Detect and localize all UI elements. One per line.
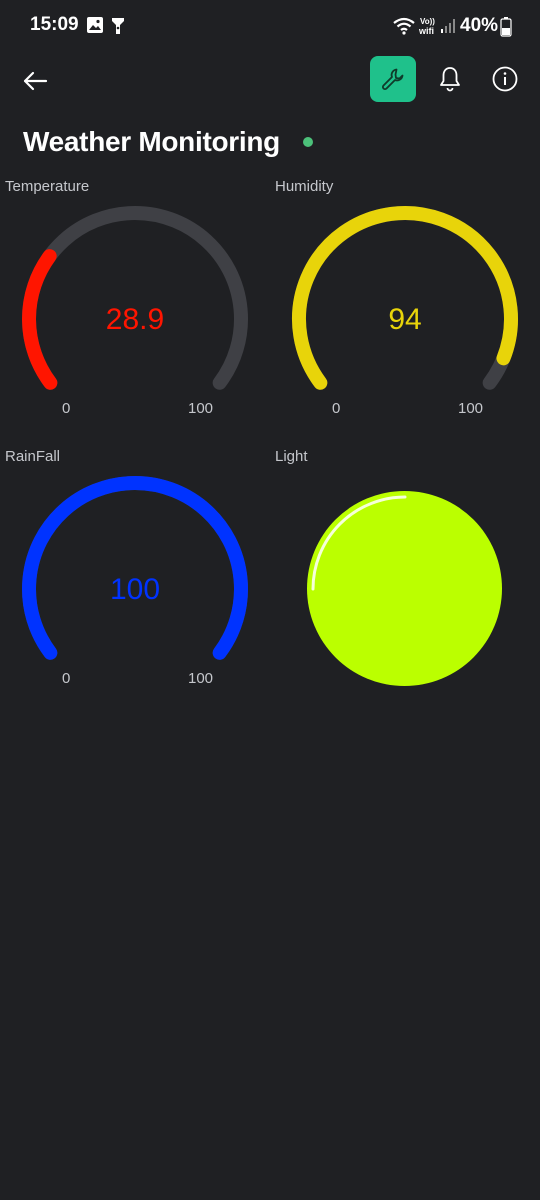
wifi-icon [392,17,416,40]
vowifi-icon: Vo)) wifi [419,17,435,36]
settings-button[interactable] [370,56,416,102]
humidity-label: Humidity [275,178,334,195]
flashlight-icon [110,16,126,41]
temperature-label: Temperature [5,178,90,195]
temperature-value: 28.9 [105,303,165,336]
app-bar [0,56,540,106]
temperature-gauge[interactable]: 28.9 0 100 [0,196,250,417]
wrench-icon [382,68,404,90]
status-bar: 15:09 Vo)) wifi 40% [0,0,540,56]
status-time: 15:09 [30,14,79,35]
back-button[interactable] [20,66,50,96]
temperature-min: 0 [62,400,71,417]
battery-percent: 40% [460,15,499,36]
gallery-icon [86,16,104,39]
info-button[interactable] [491,65,519,93]
rainfall-max: 100 [188,670,214,687]
humidity-gauge[interactable]: 94 0 100 [270,196,520,417]
light-led-indicator[interactable] [307,491,502,686]
temperature-gauge-track [22,206,248,390]
battery-icon [500,17,512,42]
humidity-max: 100 [458,400,484,417]
rainfall-gauge-arc [22,476,248,660]
temperature-max: 100 [188,400,214,417]
notifications-button[interactable] [436,65,464,93]
rainfall-value: 100 [109,573,161,606]
rainfall-min: 0 [62,670,71,687]
temperature-gauge-arc [22,206,248,390]
page-title: Weather Monitoring [23,126,280,157]
rainfall-gauge[interactable]: 100 0 100 [0,466,250,687]
humidity-gauge-arc [292,206,518,390]
info-icon [492,66,518,92]
humidity-value: 94 [388,303,422,336]
light-led-highlight [311,495,407,591]
light-label: Light [275,448,308,465]
humidity-gauge-fill [292,206,518,390]
arrow-left-icon [23,71,48,91]
bell-icon [440,67,460,92]
online-status-dot [303,137,313,147]
rainfall-label: RainFall [5,448,61,465]
signal-icon [440,18,456,39]
rainfall-gauge-fill [22,476,248,660]
humidity-min: 0 [332,400,341,417]
